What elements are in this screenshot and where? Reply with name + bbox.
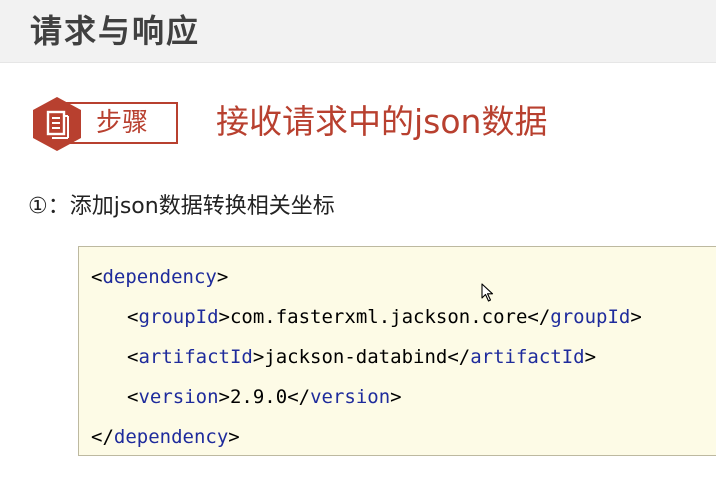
code-bracket: > [252, 346, 265, 368]
document-list-icon [33, 97, 81, 151]
code-line-dependency-open: <dependency> [91, 264, 228, 290]
code-tag: dependency [102, 266, 217, 288]
code-tag: dependency [113, 426, 229, 448]
code-line-artifactid: <artifactId>jackson-databind</artifactId… [127, 344, 596, 370]
code-bracket: > [218, 386, 230, 408]
mouse-pointer-icon [481, 283, 494, 302]
step-badge-label: 步骤 [96, 108, 149, 138]
code-tag: artifactId [138, 346, 253, 368]
code-tag: groupId [138, 306, 219, 328]
code-bracket: > [584, 346, 597, 368]
code-tag: artifactId [470, 346, 585, 368]
code-bracket: </ [527, 306, 551, 328]
code-line-dependency-close: </dependency> [91, 424, 240, 450]
step-badge: 步骤 [30, 97, 180, 151]
code-bracket: > [218, 306, 230, 328]
code-value: 2.9.0 [229, 386, 288, 408]
code-bracket: > [630, 306, 642, 328]
page-title: 请求与响应 [30, 12, 201, 50]
code-line-groupid: <groupId>com.fasterxml.jackson.core</gro… [127, 304, 642, 330]
step-title: 接收请求中的json数据 [216, 102, 548, 141]
code-block: <dependency> <groupId>com.fasterxml.jack… [78, 246, 716, 456]
header-band: 请求与响应 [0, 0, 716, 63]
code-value: com.fasterxml.jackson.core [229, 306, 528, 328]
code-bracket: < [127, 386, 139, 408]
sub-step-heading: ①：添加json数据转换相关坐标 [28, 194, 335, 219]
step-row: 步骤 接收请求中的json数据 [30, 96, 710, 156]
code-bracket: > [216, 266, 229, 288]
code-bracket: </ [91, 426, 114, 448]
code-bracket: < [91, 266, 103, 288]
code-tag: version [138, 386, 219, 408]
code-tag: groupId [550, 306, 631, 328]
code-bracket: </ [287, 386, 311, 408]
code-value: jackson-databind [264, 346, 448, 368]
code-line-version: <version>2.9.0</version> [127, 384, 402, 410]
code-tag: version [310, 386, 391, 408]
code-bracket: > [390, 386, 402, 408]
code-bracket: < [127, 306, 139, 328]
code-bracket: </ [447, 346, 471, 368]
code-bracket: < [127, 346, 139, 368]
code-bracket: > [228, 426, 240, 448]
